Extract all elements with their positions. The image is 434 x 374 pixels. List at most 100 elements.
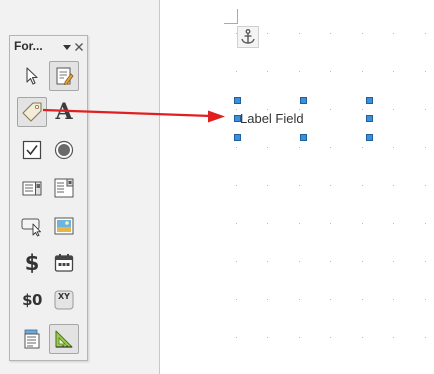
grid-dot bbox=[425, 33, 426, 34]
formatted-field-tool[interactable]: $0 bbox=[17, 285, 47, 315]
document-page[interactable] bbox=[159, 0, 434, 374]
grid-dot bbox=[267, 33, 268, 34]
grid-dot bbox=[330, 147, 331, 148]
grid-dot bbox=[330, 223, 331, 224]
wizard-tool[interactable] bbox=[49, 324, 79, 354]
grid-dot bbox=[299, 337, 300, 338]
list-box-icon bbox=[21, 177, 43, 199]
design-mode-tool[interactable] bbox=[49, 61, 79, 91]
grid-dot bbox=[330, 71, 331, 72]
grid-dot bbox=[267, 337, 268, 338]
combo-box-icon bbox=[53, 177, 75, 199]
grid-dot bbox=[425, 261, 426, 262]
label-tool[interactable] bbox=[17, 97, 47, 127]
form-controls-toolbar[interactable]: For... A $ $0 XY bbox=[9, 35, 88, 361]
xy-icon: XY bbox=[53, 289, 75, 311]
date-field-tool[interactable] bbox=[49, 248, 79, 278]
selection-handle-top-center[interactable] bbox=[300, 97, 307, 104]
push-button-icon bbox=[20, 215, 44, 237]
grid-dot bbox=[393, 147, 394, 148]
wizard-icon bbox=[53, 328, 75, 350]
grid-dot bbox=[425, 223, 426, 224]
grid-dot bbox=[236, 223, 237, 224]
combo-box-tool[interactable] bbox=[49, 173, 79, 203]
form-navigator-tool[interactable] bbox=[17, 324, 47, 354]
chevron-down-icon[interactable] bbox=[61, 40, 73, 52]
page-corner-mark-horizontal bbox=[224, 23, 238, 24]
grid-dot bbox=[362, 299, 363, 300]
grid-dot bbox=[330, 299, 331, 300]
calendar-icon bbox=[53, 252, 75, 274]
grid-dot bbox=[267, 147, 268, 148]
grid-dot bbox=[362, 33, 363, 34]
xy-label: XY bbox=[58, 292, 70, 301]
text-box-tool[interactable]: A bbox=[49, 97, 79, 127]
anchor-icon[interactable] bbox=[237, 26, 259, 48]
grid-dot bbox=[299, 185, 300, 186]
grid-dot bbox=[299, 33, 300, 34]
grid-dot bbox=[393, 261, 394, 262]
checkbox-icon bbox=[21, 139, 43, 161]
selection-handle-top-left[interactable] bbox=[234, 97, 241, 104]
grid-dot bbox=[393, 299, 394, 300]
toolbar-title[interactable]: For... bbox=[14, 39, 43, 53]
dollar-icon: $ bbox=[24, 251, 40, 275]
push-button-tool[interactable] bbox=[17, 211, 47, 241]
select-tool[interactable] bbox=[17, 61, 47, 91]
selection-handle-bottom-center[interactable] bbox=[300, 134, 307, 141]
grid-dot bbox=[330, 185, 331, 186]
selection-handle-bottom-right[interactable] bbox=[366, 134, 373, 141]
grid-dot bbox=[299, 299, 300, 300]
cursor-arrow-icon bbox=[23, 66, 41, 86]
grid-dot bbox=[393, 185, 394, 186]
radio-icon bbox=[53, 139, 75, 161]
selection-handle-bottom-left[interactable] bbox=[234, 134, 241, 141]
letter-a-icon: A bbox=[55, 99, 73, 125]
grid-dot bbox=[236, 147, 237, 148]
label-field-text: Label Field bbox=[240, 111, 304, 126]
tag-icon bbox=[20, 100, 44, 124]
grid-dot bbox=[425, 147, 426, 148]
grid-dot bbox=[236, 261, 237, 262]
grid-dot bbox=[393, 109, 394, 110]
grid-dot bbox=[393, 33, 394, 34]
grid-dot bbox=[267, 299, 268, 300]
selection-handle-top-right[interactable] bbox=[366, 97, 373, 104]
grid-dot bbox=[299, 71, 300, 72]
grid-dot bbox=[267, 185, 268, 186]
form-navigator-icon bbox=[21, 328, 43, 350]
currency-field-tool[interactable]: $ bbox=[17, 248, 47, 278]
list-box-tool[interactable] bbox=[17, 173, 47, 203]
grid-dot bbox=[425, 299, 426, 300]
formatted-field-icon: $0 bbox=[22, 291, 42, 309]
selection-handle-middle-right[interactable] bbox=[366, 115, 373, 122]
selection-handle-middle-left[interactable] bbox=[234, 115, 241, 122]
option-button-tool[interactable] bbox=[49, 135, 79, 165]
grid-dot bbox=[362, 71, 363, 72]
grid-dot bbox=[362, 185, 363, 186]
grid-dot bbox=[362, 223, 363, 224]
grid-dot bbox=[267, 261, 268, 262]
grid-dot bbox=[299, 147, 300, 148]
grid-dot bbox=[362, 147, 363, 148]
grid-dot bbox=[425, 71, 426, 72]
grid-dot bbox=[330, 337, 331, 338]
image-button-tool[interactable] bbox=[49, 211, 79, 241]
grid-dot bbox=[393, 71, 394, 72]
check-box-tool[interactable] bbox=[17, 135, 47, 165]
grid-dot bbox=[425, 185, 426, 186]
grid-dot bbox=[425, 337, 426, 338]
chart-xy-tool[interactable]: XY bbox=[49, 285, 79, 315]
grid-dot bbox=[330, 261, 331, 262]
close-icon[interactable] bbox=[73, 40, 85, 52]
grid-dot bbox=[393, 337, 394, 338]
grid-dot bbox=[362, 261, 363, 262]
grid-dot bbox=[267, 71, 268, 72]
grid-dot bbox=[267, 223, 268, 224]
grid-dot bbox=[330, 33, 331, 34]
grid-dot bbox=[236, 337, 237, 338]
grid-dot bbox=[362, 337, 363, 338]
image-button-icon bbox=[53, 215, 75, 237]
label-field-control[interactable]: Label Field bbox=[237, 101, 370, 138]
grid-dot bbox=[236, 185, 237, 186]
